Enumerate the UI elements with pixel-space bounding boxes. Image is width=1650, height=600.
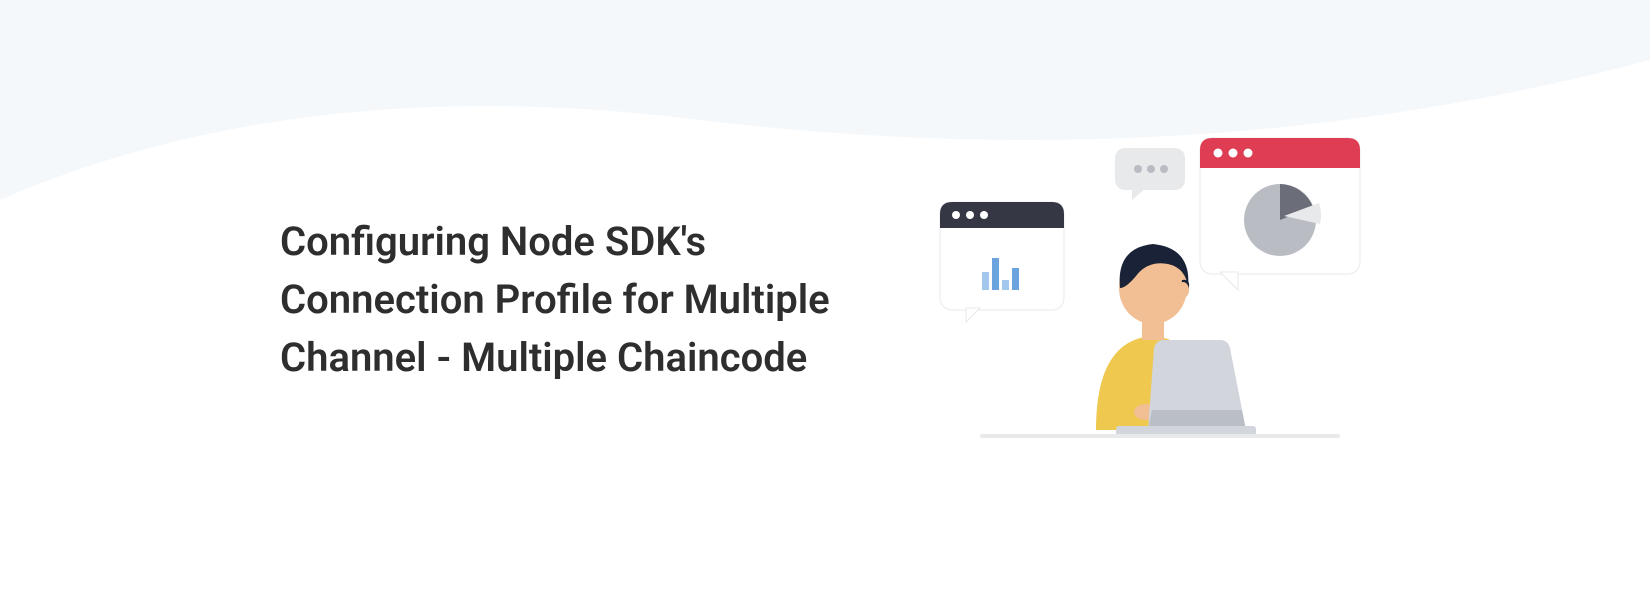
hero-content: Configuring Node SDK's Connection Profil…: [0, 0, 1650, 600]
page-title: Configuring Node SDK's Connection Profil…: [280, 213, 860, 387]
window-bar-chart-icon: [940, 202, 1064, 322]
hero-illustration: [920, 130, 1370, 470]
speech-bubble-dots-icon: [1115, 148, 1185, 200]
desk-line: [980, 434, 1340, 438]
window-pie-chart-icon: [1200, 138, 1360, 290]
